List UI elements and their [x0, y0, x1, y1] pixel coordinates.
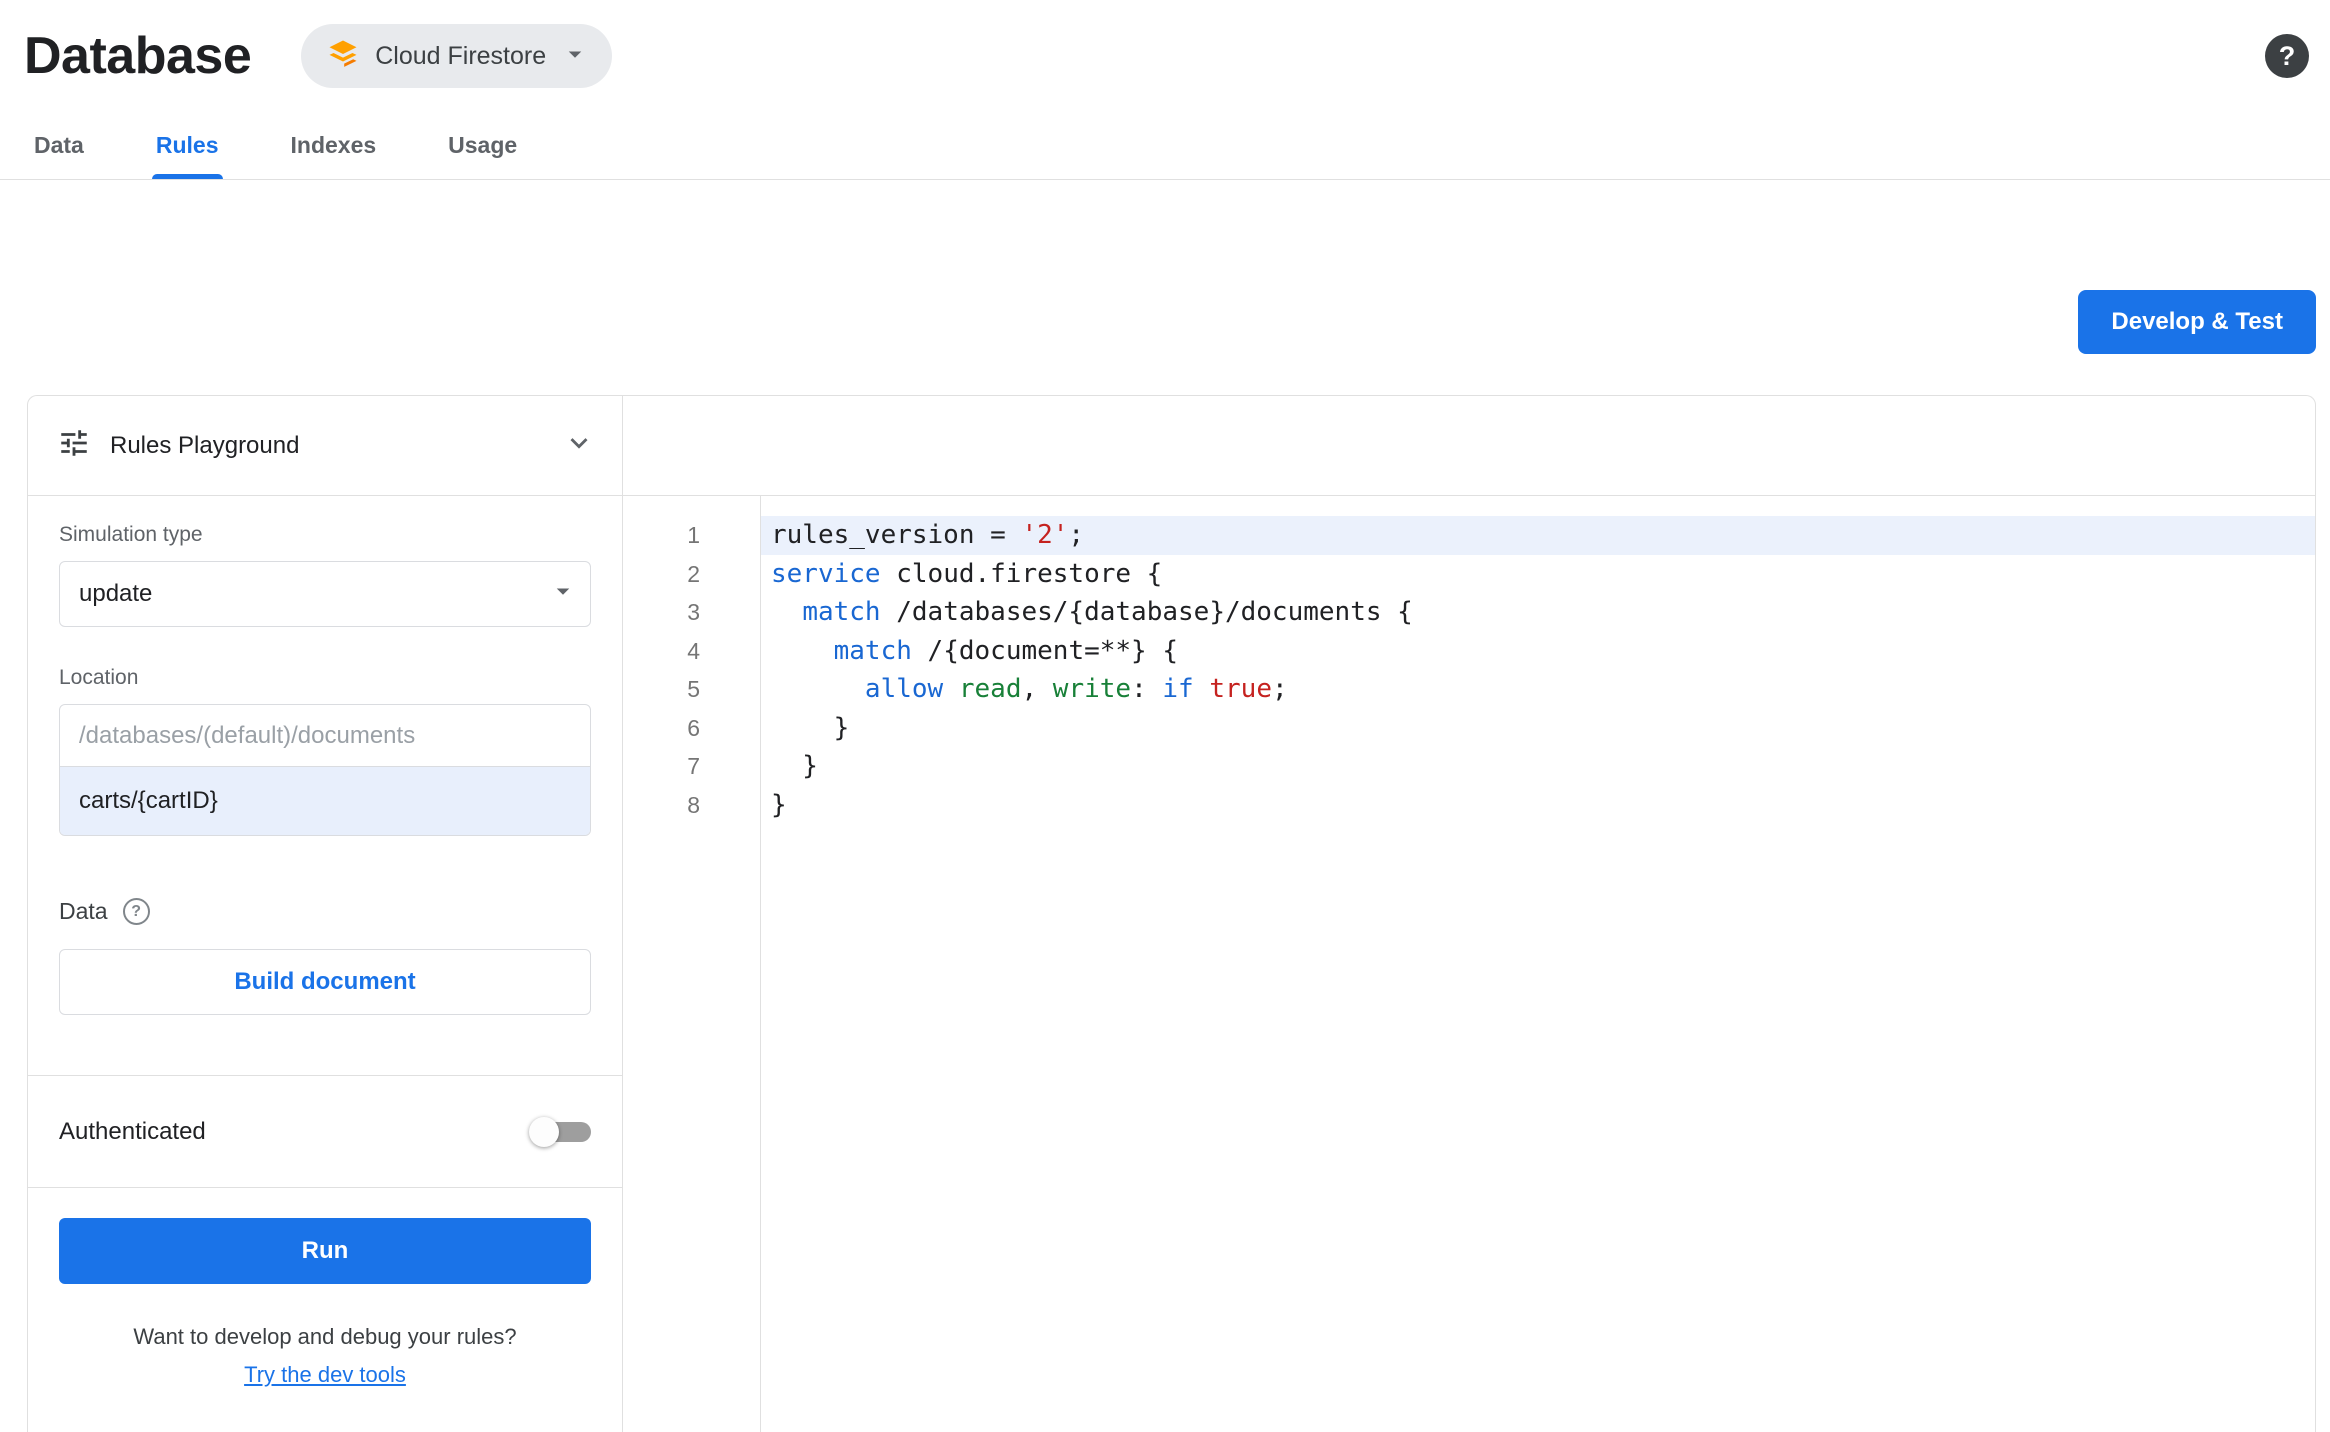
code-line[interactable]: }	[761, 786, 2315, 825]
product-selector-label: Cloud Firestore	[375, 41, 547, 70]
code-line[interactable]: }	[761, 709, 2315, 748]
code-line[interactable]: match /{document=**} {	[761, 632, 2315, 671]
data-label: Data	[59, 898, 108, 924]
chevron-down-icon	[560, 39, 590, 74]
playground-form: Simulation type update Location /databas…	[28, 496, 622, 1076]
action-row: Develop & Test	[0, 180, 2330, 354]
run-area: Run Want to develop and debug your rules…	[28, 1188, 622, 1388]
develop-test-button[interactable]: Develop & Test	[2078, 290, 2316, 354]
data-row: Data ?	[59, 898, 591, 925]
rules-playground-header[interactable]: Rules Playground	[28, 396, 622, 496]
line-number: 6	[687, 714, 700, 741]
tune-icon	[57, 426, 91, 465]
location-label: Location	[59, 666, 139, 689]
firestore-database-page: Database Cloud Firestore ? Data Rules Inde…	[0, 0, 2330, 1432]
editor-code[interactable]: rules_version = '2'; service cloud.firest…	[761, 496, 2315, 1432]
rules-editor: 1 2 3 4 5 6 7 8 rules_version = '2'; service clo…	[623, 396, 2315, 1432]
authenticated-row: Authenticated	[28, 1076, 622, 1188]
code-line[interactable]: rules_version = '2';	[761, 516, 2315, 555]
authenticated-toggle[interactable]	[529, 1116, 591, 1148]
simulation-type-select[interactable]: update	[59, 561, 591, 627]
code-line[interactable]: match /databases/{database}/documents {	[761, 593, 2315, 632]
dev-tools-link[interactable]: Try the dev tools	[244, 1362, 406, 1387]
line-number: 1	[687, 522, 700, 548]
dropdown-arrow-icon	[548, 576, 578, 613]
tab-data[interactable]: Data	[30, 112, 88, 179]
help-icon: ?	[2278, 40, 2296, 71]
line-number: 3	[687, 599, 700, 625]
code-line[interactable]: }	[761, 747, 2315, 786]
toggle-thumb	[529, 1116, 559, 1147]
run-button[interactable]: Run	[59, 1218, 591, 1284]
dev-tools-question: Want to develop and debug your rules?	[133, 1324, 517, 1349]
line-number: 7	[687, 753, 700, 779]
rules-workspace: Rules Playground Simulation type update …	[27, 395, 2316, 1432]
authenticated-label: Authenticated	[59, 1117, 206, 1145]
simulation-type-label: Simulation type	[59, 523, 203, 546]
data-help-icon[interactable]: ?	[122, 898, 150, 925]
page-title: Database	[24, 27, 252, 85]
location-input[interactable]: carts/{cartID}	[60, 767, 590, 835]
tab-rules[interactable]: Rules	[151, 112, 223, 179]
editor-toolbar	[623, 396, 2315, 496]
rules-playground-panel: Rules Playground Simulation type update …	[28, 396, 623, 1432]
tab-bar: Data Rules Indexes Usage	[0, 112, 2330, 180]
firestore-icon	[325, 36, 361, 77]
rules-playground-title: Rules Playground	[110, 431, 300, 459]
simulation-type-value: update	[79, 580, 153, 607]
tab-indexes[interactable]: Indexes	[287, 112, 381, 179]
line-number: 4	[687, 637, 700, 664]
code-line[interactable]: allow read, write: if true;	[761, 670, 2315, 709]
help-button[interactable]: ?	[2265, 34, 2309, 78]
code-line[interactable]: service cloud.firestore {	[761, 555, 2315, 594]
line-number: 2	[687, 560, 700, 587]
editor-main: 1 2 3 4 5 6 7 8 rules_version = '2'; service clo…	[623, 496, 2315, 1432]
line-number: 8	[687, 791, 700, 818]
build-document-button[interactable]: Build document	[59, 949, 591, 1015]
dev-tools-link-wrap: Try the dev tools	[59, 1362, 591, 1388]
page-header: Database Cloud Firestore ?	[0, 0, 2330, 112]
tab-usage[interactable]: Usage	[444, 112, 521, 179]
collapse-chevron-icon[interactable]	[562, 426, 596, 465]
editor-gutter: 1 2 3 4 5 6 7 8	[623, 496, 761, 1432]
location-field: /databases/(default)/documents carts/{ca…	[59, 704, 591, 836]
line-number: 5	[687, 676, 700, 702]
location-base-path: /databases/(default)/documents	[60, 705, 590, 767]
product-selector[interactable]: Cloud Firestore	[301, 24, 613, 88]
